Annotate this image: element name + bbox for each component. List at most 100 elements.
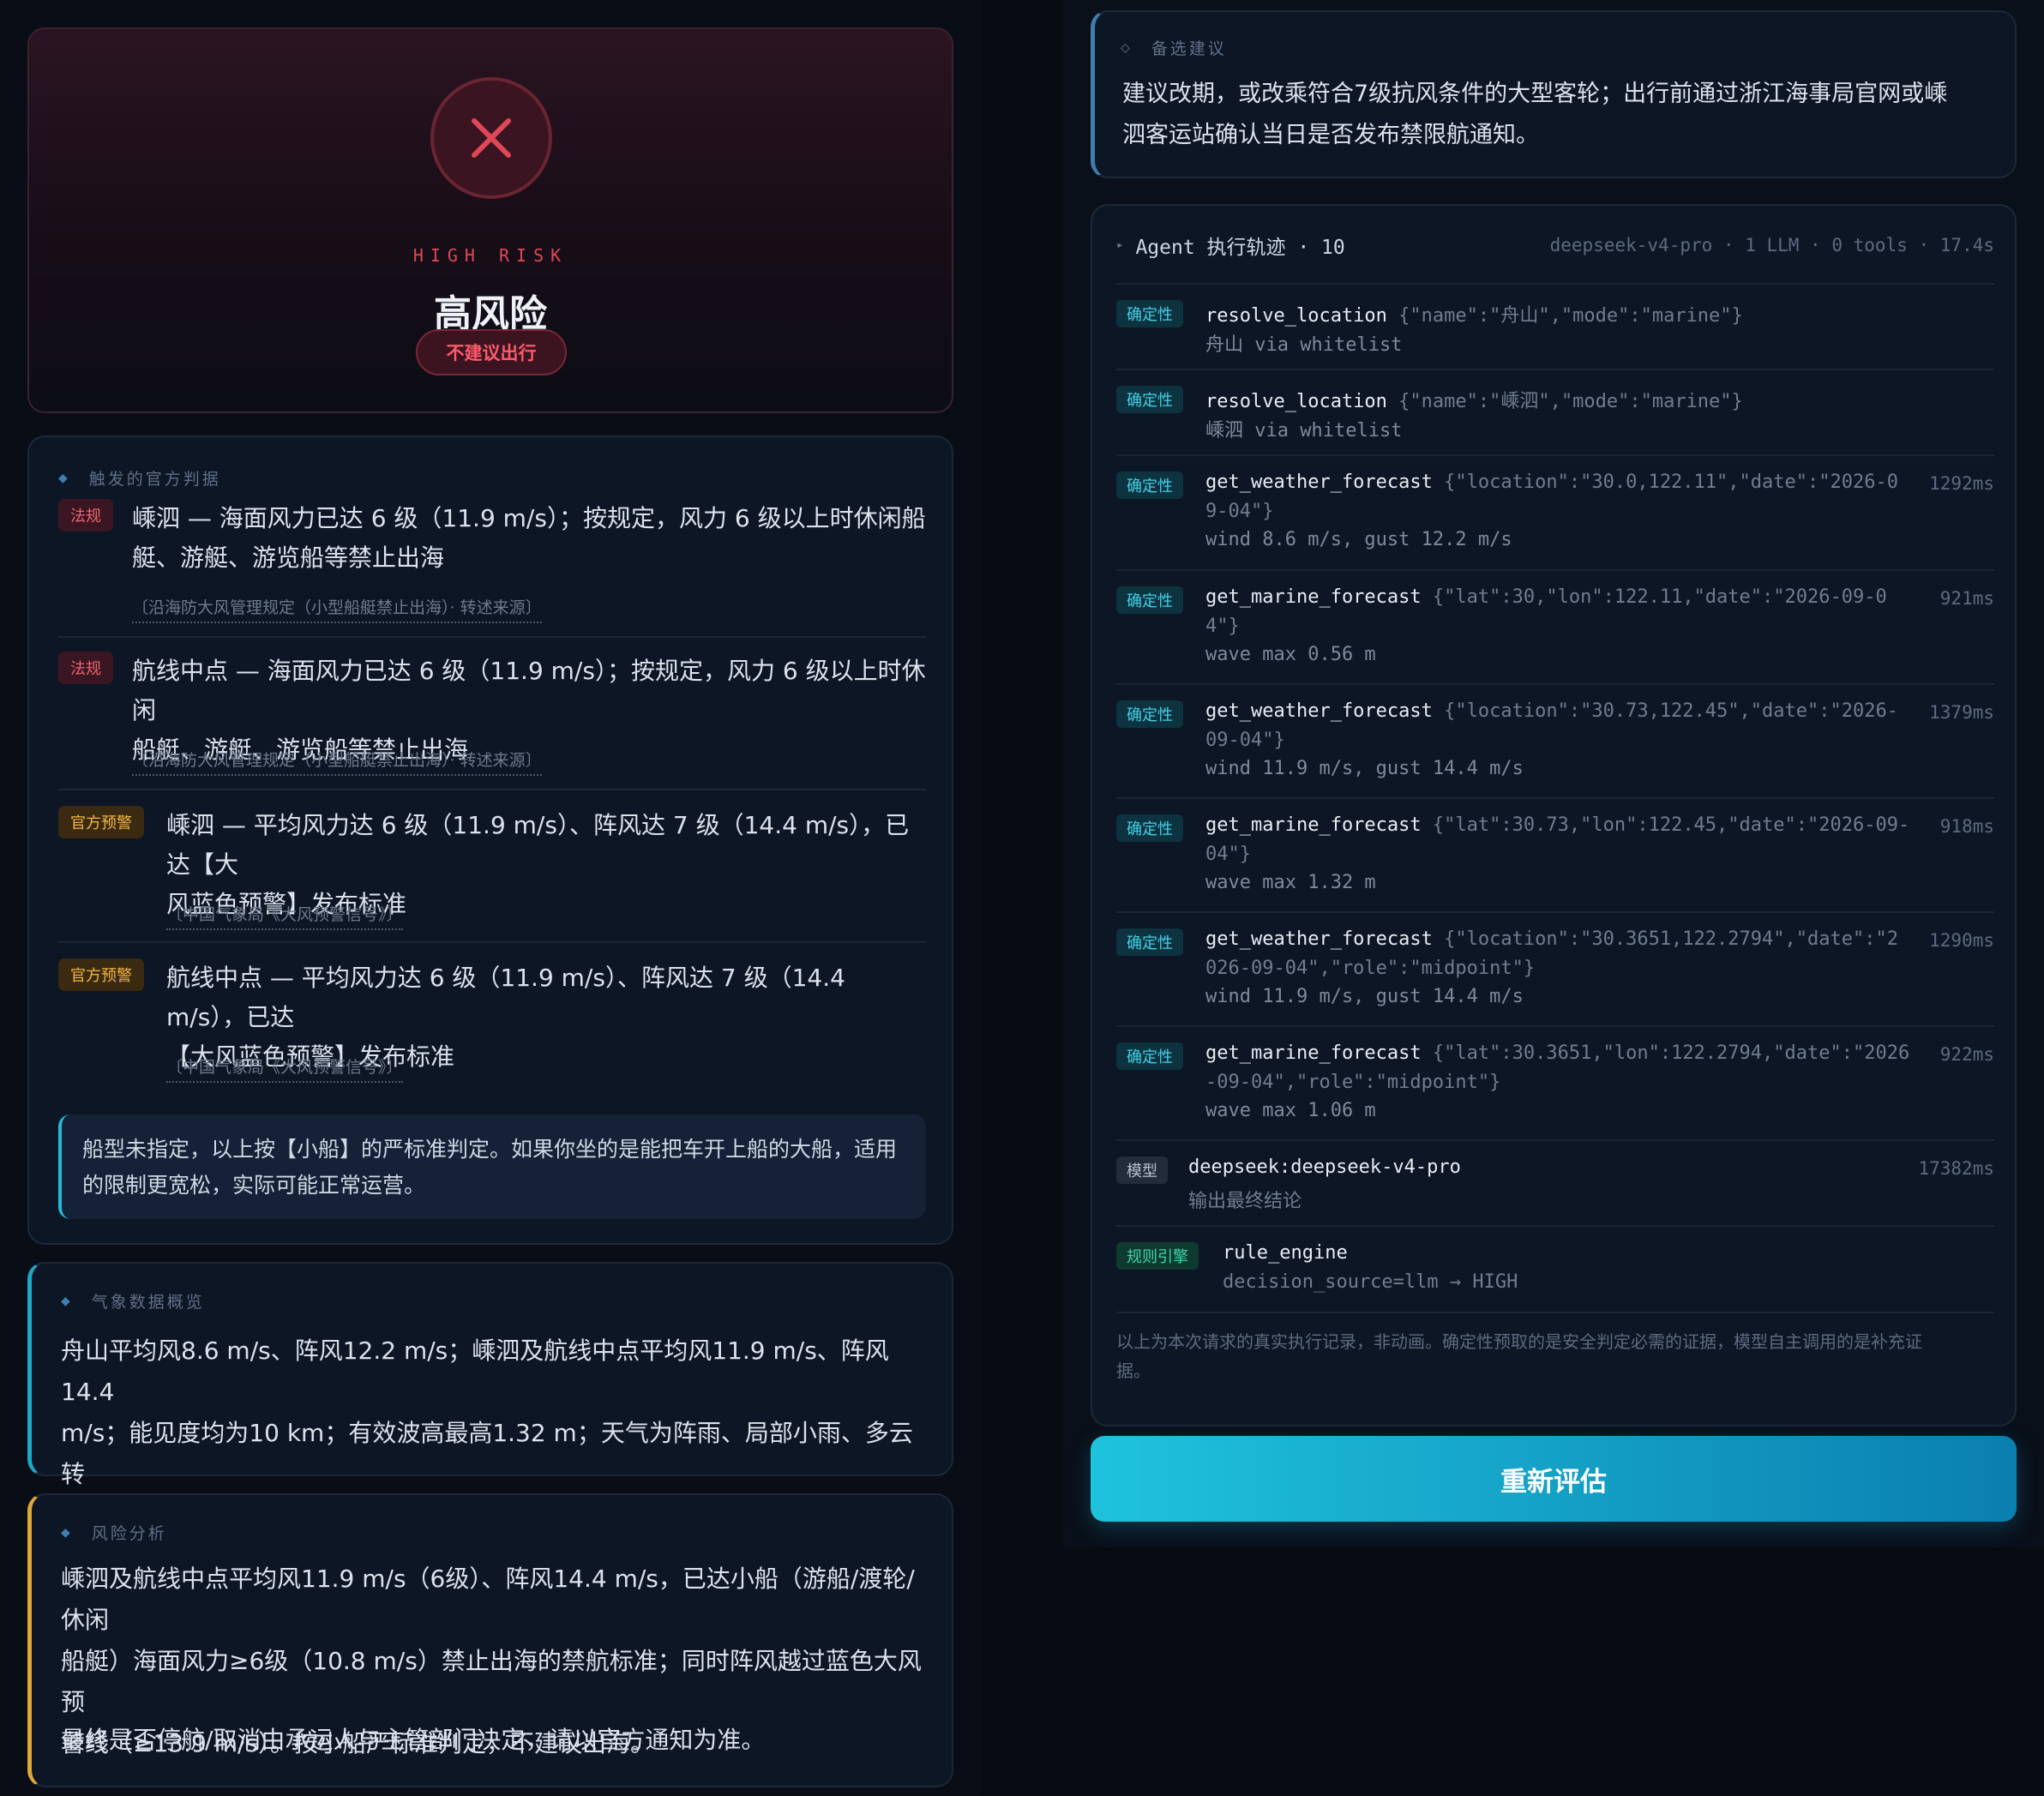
divider bbox=[58, 789, 926, 790]
function-args-cont: 026-09-04","role":"midpoint"} bbox=[1205, 958, 1536, 979]
divider bbox=[58, 636, 926, 638]
function-args: {"name":"嵊泗","mode":"marine"} bbox=[1398, 391, 1743, 412]
verdict-card: HIGH RISK 高风险 不建议出行 bbox=[27, 27, 953, 413]
alternative-card: ◇ 备选建议 建议改期，或改乘符合7级抗风条件的大型客轮；出行前通过浙江海事局官… bbox=[1091, 10, 2017, 178]
step-duration: 1379ms bbox=[1929, 702, 1994, 723]
trigger-source-link[interactable]: 〔中国气象局《大风预警信号》〕 bbox=[166, 1054, 403, 1083]
recommendation-pill: 不建议出行 bbox=[416, 329, 567, 375]
step-result: wave max 0.56 m bbox=[1205, 644, 1376, 665]
function-name: get_weather_forecast bbox=[1205, 700, 1433, 722]
step-result: 输出最终结论 bbox=[1188, 1191, 1302, 1212]
trace-step: 确定性 get_marine_forecast {"lat":30,"lon":… bbox=[1116, 569, 1994, 683]
deterministic-badge: 确定性 bbox=[1116, 1042, 1183, 1070]
step-result: 舟山 via whitelist bbox=[1205, 334, 1403, 356]
trace-step: 确定性 resolve_location {"name":"嵊泗","mode"… bbox=[1116, 369, 1994, 454]
alternative-heading: ◇ 备选建议 bbox=[1121, 39, 1227, 58]
function-args-cont: 4"} bbox=[1205, 616, 1240, 637]
trace-footnote: 以上为本次请求的真实执行记录，非动画。确定性预取的是安全判定必需的证据，模型自主… bbox=[1116, 1331, 1922, 1381]
diamond-icon: ◆ bbox=[58, 471, 70, 485]
trace-meta: deepseek-v4-pro · 1 LLM · 0 tools · 17.4… bbox=[1549, 235, 1994, 255]
trigger-text: 嵊泗 — 海面风力已达 6 级（11.9 m/s）；按规定，风力 6 级以上时休… bbox=[132, 504, 926, 532]
function-args-cont: 04"} bbox=[1205, 844, 1251, 865]
trace-step: 确定性 get_marine_forecast {"lat":30.73,"lo… bbox=[1116, 797, 1994, 911]
weather-summary-card: ◆ 气象数据概览 舟山平均风8.6 m/s、阵风12.2 m/s；嵊泗及航线中点… bbox=[27, 1262, 953, 1529]
trace-step: 确定性 get_weather_forecast {"location":"30… bbox=[1116, 911, 1994, 1025]
step-duration: 921ms bbox=[1939, 588, 1994, 609]
trace-step: 确定性 get_marine_forecast {"lat":30.3651,"… bbox=[1116, 1025, 1994, 1139]
function-args: {"lat":30.3651,"lon":122.2794,"date":"20… bbox=[1432, 1042, 1910, 1064]
step-duration: 922ms bbox=[1939, 1044, 1994, 1065]
law-badge: 法规 bbox=[58, 499, 113, 532]
trace-title: Agent 执行轨迹 · 10 bbox=[1135, 237, 1345, 259]
deterministic-badge: 确定性 bbox=[1116, 586, 1183, 614]
trace-step: 确定性 get_weather_forecast {"location":"30… bbox=[1116, 454, 1994, 569]
function-name: get_marine_forecast bbox=[1205, 586, 1422, 608]
function-name: deepseek:deepseek-v4-pro bbox=[1188, 1156, 1461, 1178]
function-args: {"location":"30.73,122.45","date":"2026- bbox=[1444, 700, 1898, 722]
risk-eyebrow: HIGH RISK bbox=[412, 245, 568, 266]
warning-badge: 官方预警 bbox=[58, 958, 144, 991]
trigger-source-link[interactable]: 〔沿海防大风管理规定（小型船艇禁止出海）· 转述来源〕 bbox=[132, 595, 542, 623]
reevaluate-button[interactable]: 重新评估 bbox=[1091, 1436, 2017, 1522]
function-name: get_marine_forecast bbox=[1205, 814, 1422, 836]
step-result: 嵊泗 via whitelist bbox=[1205, 420, 1403, 441]
risk-heading: ◆ 风险分析 bbox=[61, 1524, 167, 1543]
trace-step: 确定性 resolve_location {"name":"舟山","mode"… bbox=[1116, 283, 1994, 369]
trace-step: 模型 deepseek:deepseek-v4-pro 输出最终结论 17382… bbox=[1116, 1139, 1994, 1225]
trigger-item: 法规 嵊泗 — 海面风力已达 6 级（11.9 m/s）；按规定，风力 6 级以… bbox=[58, 499, 926, 623]
trigger-text: 艇、游艇、游览船等禁止出海 bbox=[132, 544, 445, 572]
step-result: wind 8.6 m/s, gust 12.2 m/s bbox=[1205, 529, 1512, 550]
diamond-icon: ◆ bbox=[61, 1525, 73, 1540]
function-args: {"location":"30.3651,122.2794","date":"2 bbox=[1444, 928, 1898, 950]
close-x-icon bbox=[430, 77, 552, 199]
step-result: decision_source=llm → HIGH bbox=[1223, 1271, 1518, 1293]
trigger-item: 官方预警 嵊泗 — 平均风力达 6 级（11.9 m/s）、阵风达 7 级（14… bbox=[58, 806, 926, 930]
trigger-source-link[interactable]: 〔中国气象局《大风预警信号》〕 bbox=[166, 902, 403, 930]
step-duration: 918ms bbox=[1939, 816, 1994, 837]
agent-trace-card: ▸ Agent 执行轨迹 · 10 deepseek-v4-pro · 1 LL… bbox=[1091, 204, 2017, 1427]
function-name: get_weather_forecast bbox=[1205, 472, 1433, 493]
function-args: {"lat":30,"lon":122.11,"date":"2026-09-0 bbox=[1432, 586, 1887, 608]
function-args: {"name":"舟山","mode":"marine"} bbox=[1398, 305, 1743, 327]
function-args-cont: 09-04"} bbox=[1205, 730, 1285, 751]
trigger-text: 航线中点 — 海面风力已达 6 级（11.9 m/s）；按规定，风力 6 级以上… bbox=[132, 657, 926, 724]
function-args-cont: -09-04","role":"midpoint"} bbox=[1205, 1072, 1501, 1093]
rule-engine-badge: 规则引擎 bbox=[1116, 1242, 1199, 1270]
deterministic-badge: 确定性 bbox=[1116, 386, 1183, 413]
trigger-source-link[interactable]: 〔沿海防大风管理规定（小型船艇禁止出海）· 转述来源〕 bbox=[132, 748, 542, 776]
function-name: rule_engine bbox=[1223, 1242, 1348, 1264]
trigger-text: 嵊泗 — 平均风力达 6 级（11.9 m/s）、阵风达 7 级（14.4 m/… bbox=[166, 811, 910, 879]
trigger-item: 法规 航线中点 — 海面风力已达 6 级（11.9 m/s）；按规定，风力 6 … bbox=[58, 652, 926, 776]
caret-right-icon[interactable]: ▸ bbox=[1116, 238, 1123, 252]
trace-step: 规则引擎 rule_engine decision_source=llm → H… bbox=[1116, 1225, 1994, 1311]
triggers-card: ◆ 触发的官方判据 法规 嵊泗 — 海面风力已达 6 级（11.9 m/s）；按… bbox=[27, 435, 953, 1245]
deterministic-badge: 确定性 bbox=[1116, 814, 1183, 842]
risk-analysis-card: ◆ 风险分析 嵊泗及航线中点平均风11.9 m/s（6级）、阵风14.4 m/s… bbox=[27, 1493, 953, 1787]
divider bbox=[58, 941, 926, 943]
trigger-item: 官方预警 航线中点 — 平均风力达 6 级（11.9 m/s）、阵风达 7 级（… bbox=[58, 958, 926, 1083]
trace-header[interactable]: ▸ Agent 执行轨迹 · 10 deepseek-v4-pro · 1 LL… bbox=[1116, 228, 1994, 262]
vessel-type-note: 船型未指定，以上按【小船】的严标准判定。如果你坐的是能把车开上船的大船，适用 的… bbox=[58, 1114, 926, 1219]
function-name: resolve_location bbox=[1205, 391, 1387, 412]
function-name: get_weather_forecast bbox=[1205, 928, 1433, 950]
function-args-cont: 9-04"} bbox=[1205, 501, 1274, 522]
warning-badge: 官方预警 bbox=[58, 806, 144, 838]
trigger-text: 航线中点 — 平均风力达 6 级（11.9 m/s）、阵风达 7 级（14.4 … bbox=[166, 964, 845, 1031]
function-name: get_marine_forecast bbox=[1205, 1042, 1422, 1064]
deterministic-badge: 确定性 bbox=[1116, 300, 1183, 327]
function-name: resolve_location bbox=[1205, 305, 1387, 327]
deterministic-badge: 确定性 bbox=[1116, 472, 1183, 499]
step-duration: 17382ms bbox=[1918, 1158, 1994, 1179]
step-result: wind 11.9 m/s, gust 14.4 m/s bbox=[1205, 758, 1524, 779]
diamond-outline-icon: ◇ bbox=[1121, 40, 1133, 55]
deterministic-badge: 确定性 bbox=[1116, 700, 1183, 728]
step-result: wind 11.9 m/s, gust 14.4 m/s bbox=[1205, 986, 1524, 1007]
function-args: {"location":"30.0,122.11","date":"2026-0 bbox=[1444, 472, 1898, 493]
weather-heading: ◆ 气象数据概览 bbox=[61, 1293, 205, 1312]
model-badge: 模型 bbox=[1116, 1156, 1168, 1184]
triggers-heading: ◆ 触发的官方判据 bbox=[58, 470, 221, 489]
step-result: wave max 1.06 m bbox=[1205, 1100, 1376, 1121]
function-args: {"lat":30.73,"lon":122.45,"date":"2026-0… bbox=[1432, 814, 1910, 836]
deterministic-badge: 确定性 bbox=[1116, 928, 1183, 956]
risk-disclaimer: 最终是否停航/取消由承运人与主管部门决定，请以官方通知为准。 bbox=[61, 1726, 766, 1754]
